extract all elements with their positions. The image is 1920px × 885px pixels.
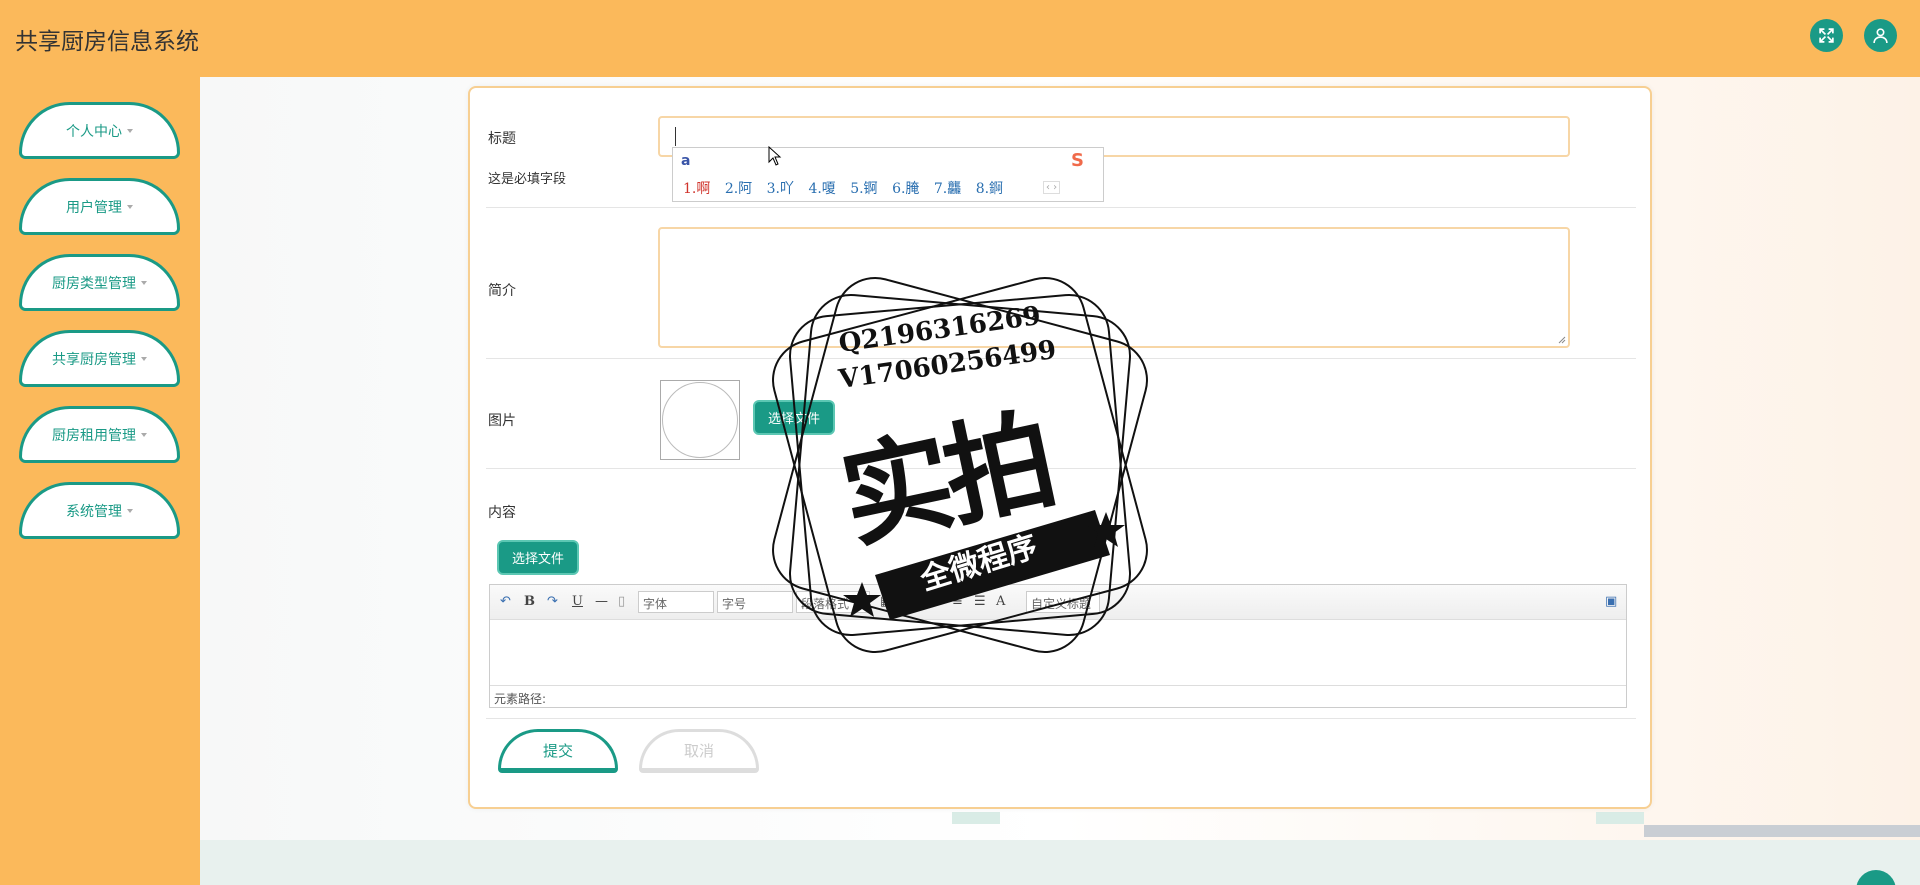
sidebar-item-label: 厨房类型管理 — [52, 275, 136, 292]
bold-icon[interactable]: B — [524, 594, 535, 609]
text-caret — [675, 127, 676, 146]
ime-candidate[interactable]: 2.阿 — [725, 181, 752, 197]
sogou-logo-icon: S — [1071, 150, 1084, 171]
editor-status-bar: 元素路径: — [490, 685, 1626, 707]
caret-down-icon — [141, 356, 147, 361]
caret-down-icon — [141, 280, 147, 285]
ime-candidate[interactable]: 4.嗄 — [808, 181, 835, 197]
caret-down-icon — [127, 204, 133, 209]
submit-button[interactable]: 提交 — [498, 729, 618, 773]
caret-down-icon — [127, 128, 133, 133]
undo-icon[interactable]: ↶ — [500, 594, 511, 609]
image-preview — [660, 380, 740, 460]
page-icon[interactable]: ▯ — [618, 594, 625, 609]
redo-icon[interactable]: ↷ — [547, 594, 558, 609]
ime-candidate[interactable]: 3.吖 — [767, 181, 794, 197]
ime-candidate[interactable]: 7.龘 — [934, 181, 961, 197]
horizontal-rule-icon[interactable]: — — [595, 594, 608, 609]
ime-candidate[interactable]: 8.錒 — [976, 181, 1003, 197]
image-label: 图片 — [488, 413, 516, 429]
resize-handle-icon[interactable] — [1558, 336, 1566, 344]
top-header: 共享厨房信息系统 — [0, 0, 1920, 77]
content-choose-file-button[interactable]: 选择文件 — [497, 540, 579, 575]
required-hint: 这是必填字段 — [488, 172, 567, 187]
sidebar-item-kitchen-rental[interactable]: 厨房租用管理 — [19, 406, 180, 463]
ime-input-text: a — [681, 153, 691, 169]
sidebar: 个人中心 用户管理 厨房类型管理 共享厨房管理 厨房租用管理 系统管理 — [0, 77, 200, 885]
decor-strip — [952, 812, 1000, 824]
divider — [486, 207, 1636, 208]
user-icon — [1873, 28, 1888, 44]
watermark-stamp: Q2196316269 V17060256499 实拍 全微程序 — [750, 255, 1170, 675]
font-family-value: 字体 — [643, 597, 668, 611]
font-family-select[interactable]: 字体 — [638, 591, 714, 613]
font-size-value: 字号 — [722, 597, 747, 611]
fullscreen-editor-icon[interactable]: ▣ — [1605, 594, 1617, 609]
ime-candidates: 1.啊 2.阿 3.吖 4.嗄 5.锕 6.腌 7.龘 8.錒 — [683, 178, 1003, 198]
ime-candidate[interactable]: 1.啊 — [683, 181, 710, 197]
ime-candidate[interactable]: 6.腌 — [892, 181, 919, 197]
decor-strip — [1644, 825, 1920, 837]
decor-strip — [1596, 812, 1644, 824]
sidebar-item-kitchen-type[interactable]: 厨房类型管理 — [19, 254, 180, 311]
sidebar-item-system-management[interactable]: 系统管理 — [19, 482, 180, 539]
caret-down-icon — [141, 432, 147, 437]
sidebar-item-label: 共享厨房管理 — [52, 351, 136, 368]
mouse-pointer-icon — [768, 146, 782, 166]
ime-page-arrows-icon[interactable]: ‹ › — [1043, 181, 1061, 194]
sidebar-item-label: 系统管理 — [66, 503, 122, 520]
expand-icon — [1819, 28, 1834, 43]
sidebar-item-personal-center[interactable]: 个人中心 — [19, 102, 180, 159]
caret-down-icon — [127, 508, 133, 513]
sidebar-item-label: 个人中心 — [66, 123, 122, 140]
underline-icon[interactable]: U — [572, 594, 583, 609]
sidebar-item-label: 厨房租用管理 — [52, 427, 136, 444]
ime-candidate-popup: a S 1.啊 2.阿 3.吖 4.嗄 5.锕 6.腌 7.龘 8.錒 ‹ › — [672, 147, 1104, 202]
sidebar-item-user-management[interactable]: 用户管理 — [19, 178, 180, 235]
divider — [486, 718, 1636, 719]
fullscreen-button[interactable] — [1810, 19, 1843, 52]
user-button[interactable] — [1864, 19, 1897, 52]
content-label: 内容 — [488, 505, 516, 521]
footer-band — [200, 840, 1920, 885]
image-placeholder-circle — [662, 382, 738, 458]
sidebar-item-label: 用户管理 — [66, 199, 122, 216]
app-title: 共享厨房信息系统 — [15, 29, 199, 55]
ime-candidate[interactable]: 5.锕 — [850, 181, 877, 197]
cancel-button[interactable]: 取消 — [639, 729, 759, 773]
title-label: 标题 — [488, 131, 516, 147]
sidebar-item-shared-kitchen[interactable]: 共享厨房管理 — [19, 330, 180, 387]
intro-label: 简介 — [488, 283, 516, 299]
